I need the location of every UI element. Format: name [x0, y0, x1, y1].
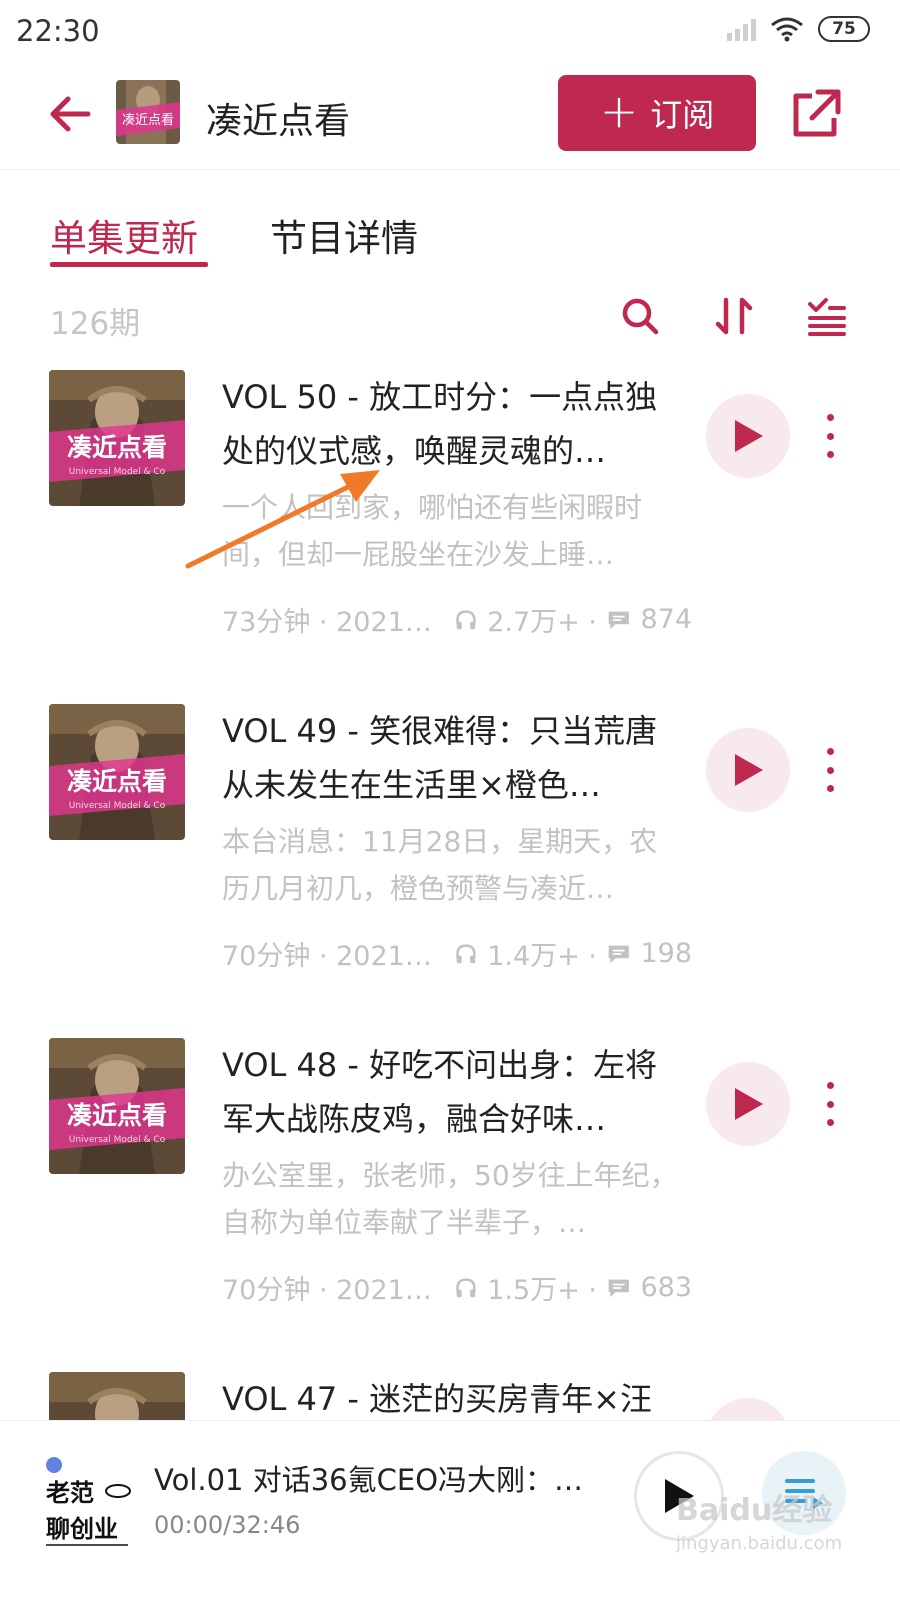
comment-icon: [608, 1279, 629, 1297]
episode-cover: 凑近点看 Universal Model & Co: [49, 704, 185, 840]
episode-meta: 73分钟 · 2021… 2.7万+ · 874: [222, 600, 692, 639]
podcast-cover-thumbnail: 凑近点看: [116, 80, 180, 144]
signal-icon: [727, 17, 756, 41]
share-button[interactable]: [788, 86, 844, 142]
episode-meta: 70分钟 · 2021… 1.5万+ · 683: [222, 1268, 692, 1307]
svg-text:凑近点看: 凑近点看: [67, 1101, 167, 1130]
player-episode-title: Vol.01 对话36氪CEO冯大刚：…: [154, 1463, 584, 1497]
episode-play-count: 2.7万+ ·: [487, 607, 597, 638]
play-icon: [735, 754, 763, 786]
episode-cover: 凑近点看 Universal Model & Co: [49, 370, 185, 506]
episode-duration-date: 70分钟 · 2021…: [222, 1275, 432, 1306]
svg-text:凑近点看: 凑近点看: [67, 433, 167, 462]
svg-text:聊创业: 聊创业: [46, 1515, 118, 1543]
episode-play-button[interactable]: [706, 1398, 790, 1420]
tab-episodes[interactable]: 单集更新: [50, 208, 198, 262]
subscribe-button[interactable]: + 订阅: [558, 75, 756, 151]
more-options-button[interactable]: [816, 414, 844, 458]
episode-description: 本台消息：11月28日，星期天，农历几月初几，橙色预警与凑近…: [222, 825, 658, 905]
search-icon[interactable]: [618, 294, 662, 338]
episode-meta: 70分钟 · 2021… 1.4万+ · 198: [222, 934, 692, 973]
episode-duration-date: 70分钟 · 2021…: [222, 941, 432, 972]
episode-play-button[interactable]: [706, 1062, 790, 1146]
more-options-button[interactable]: [816, 748, 844, 792]
play-icon: [735, 1088, 763, 1120]
svg-text:老范: 老范: [46, 1479, 94, 1507]
svg-text:Universal Model & Co: Universal Model & Co: [69, 801, 166, 811]
back-button[interactable]: [44, 88, 96, 140]
podcast-title: 凑近点看: [206, 101, 351, 142]
active-tab-underline: [50, 262, 208, 267]
episode-comment-count: 198: [640, 938, 693, 969]
headphones-icon: [456, 1277, 476, 1297]
tab-bar: 单集更新 节目详情: [0, 198, 900, 278]
player-time: 00:00/32:46: [154, 1511, 301, 1539]
annotation-arrow: [185, 470, 380, 569]
comment-icon: [608, 611, 629, 629]
watermark-url: jingyan.baidu.com: [676, 1533, 843, 1554]
status-icons: 75: [727, 16, 870, 42]
episode-title: VOL 47 - 迷茫的买房青年×汪: [222, 1380, 652, 1418]
episode-item[interactable]: 凑近点看 Universal Model & Co VOL 48 - 好吃不问出…: [0, 1038, 900, 1372]
subscribe-label: 订阅: [650, 96, 715, 134]
episode-count: 126期: [50, 306, 141, 342]
svg-text:Universal Model & Co: Universal Model & Co: [69, 1135, 166, 1145]
episode-toolbar: 126期: [0, 290, 900, 350]
episode-item[interactable]: 凑近点看 Universal Model & Co VOL 49 - 笑很难得：…: [0, 704, 900, 1038]
episode-play-count: 1.4万+ ·: [487, 941, 597, 972]
wifi-icon: [771, 17, 803, 42]
header: 凑近点看 凑近点看 + 订阅: [0, 62, 900, 170]
headphones-icon: [456, 943, 476, 963]
status-time: 22:30: [16, 14, 100, 48]
player-cover: 老范 聊创业: [40, 1455, 140, 1555]
episode-play-count: 1.5万+ ·: [487, 1275, 597, 1306]
svg-text:Universal Model & Co: Universal Model & Co: [69, 467, 166, 477]
episode-duration-date: 73分钟 · 2021…: [222, 607, 432, 638]
more-options-button[interactable]: [816, 1082, 844, 1126]
episode-item[interactable]: 凑近点看 Universal Model & Co VOL 50 - 放工时分：…: [0, 370, 900, 704]
svg-text:凑近点看: 凑近点看: [67, 767, 167, 796]
headphones-icon: [456, 609, 476, 629]
svg-text:凑近点看: 凑近点看: [122, 112, 174, 128]
episode-cover: [49, 1372, 185, 1420]
episode-comment-count: 874: [640, 604, 693, 635]
episode-item[interactable]: VOL 47 - 迷茫的买房青年×汪: [0, 1372, 900, 1420]
filter-list-icon[interactable]: [804, 294, 848, 338]
episode-description: 办公室里，张老师，50岁往上年纪，自称为单位奉献了半辈子，…: [222, 1159, 678, 1239]
episode-play-button[interactable]: [706, 394, 790, 478]
status-bar: 22:30 75: [0, 0, 900, 62]
comment-icon: [608, 945, 629, 963]
watermark-brand: Baidu经验: [676, 1493, 833, 1528]
episode-title: VOL 48 - 好吃不问出身：左将军大战陈皮鸡，融合好味…: [222, 1046, 658, 1138]
play-icon: [735, 420, 763, 452]
tab-program-details[interactable]: 节目详情: [270, 208, 418, 262]
battery-icon: 75: [818, 16, 870, 42]
plus-icon: +: [599, 84, 639, 138]
watermark: Baidu经验 jingyan.baidu.com: [676, 1485, 842, 1554]
back-arrow-icon: [50, 96, 91, 132]
episode-comment-count: 683: [640, 1272, 693, 1303]
share-external-icon: [793, 89, 841, 137]
episode-title: VOL 49 - 笑很难得：只当荒唐从未发生在生活里×橙色…: [222, 712, 658, 804]
episode-cover: 凑近点看 Universal Model & Co: [49, 1038, 185, 1174]
episode-play-button[interactable]: [706, 728, 790, 812]
sort-icon[interactable]: [712, 294, 756, 338]
mini-player[interactable]: 老范 聊创业 Vol.01 对话36氪CEO冯大刚：… 00:00/32:46 …: [0, 1420, 900, 1600]
